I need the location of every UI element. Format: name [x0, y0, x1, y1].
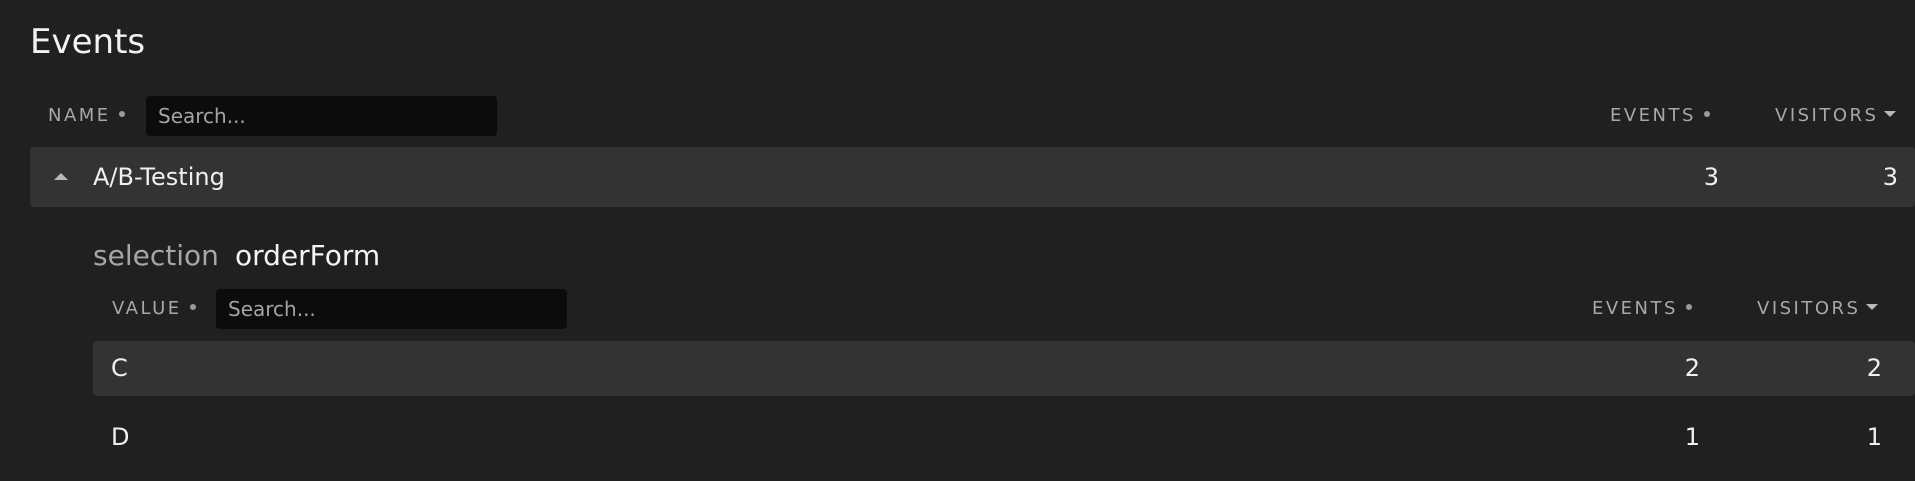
dot-icon	[1685, 304, 1692, 310]
value-event-count: 1	[1684, 423, 1700, 451]
value-visitor-count: 2	[1866, 354, 1882, 382]
value-search-input[interactable]	[216, 289, 567, 329]
page-title: Events	[30, 22, 146, 62]
value-label: C	[111, 354, 128, 382]
column-header-visitors-nested-label: VISITORS	[1757, 298, 1861, 319]
visitor-count: 3	[1882, 163, 1898, 191]
property-value: orderForm	[235, 239, 381, 272]
table-row-ab-testing[interactable]	[30, 147, 1915, 207]
name-search-input[interactable]	[146, 96, 497, 136]
column-header-visitors-nested[interactable]: VISITORS	[1757, 297, 1879, 321]
value-label: D	[111, 423, 130, 451]
value-event-count: 2	[1684, 354, 1700, 382]
events-panel: Events NAME EVENTS VISITORS A/B-Testing …	[0, 0, 1915, 481]
column-header-value-label: VALUE	[112, 298, 182, 319]
value-visitor-count: 1	[1866, 423, 1882, 451]
property-key: selection	[93, 239, 219, 272]
column-header-events-label: EVENTS	[1610, 105, 1696, 126]
dot-icon	[1703, 111, 1710, 117]
column-header-events-nested-label: EVENTS	[1592, 298, 1678, 319]
column-header-visitors[interactable]: VISITORS	[1775, 104, 1897, 128]
caret-down-icon	[1866, 304, 1879, 310]
dot-icon	[189, 304, 196, 310]
dot-icon	[118, 111, 125, 117]
column-header-events-nested[interactable]: EVENTS	[1592, 297, 1692, 321]
column-header-name[interactable]: NAME	[48, 104, 125, 128]
column-header-name-label: NAME	[48, 105, 111, 126]
caret-down-icon	[1884, 111, 1897, 117]
column-header-visitors-label: VISITORS	[1775, 105, 1879, 126]
column-header-events[interactable]: EVENTS	[1610, 104, 1710, 128]
caret-up-icon[interactable]	[54, 173, 68, 180]
column-header-value[interactable]: VALUE	[112, 297, 196, 321]
event-count: 3	[1703, 163, 1719, 191]
event-name: A/B-Testing	[93, 163, 225, 191]
